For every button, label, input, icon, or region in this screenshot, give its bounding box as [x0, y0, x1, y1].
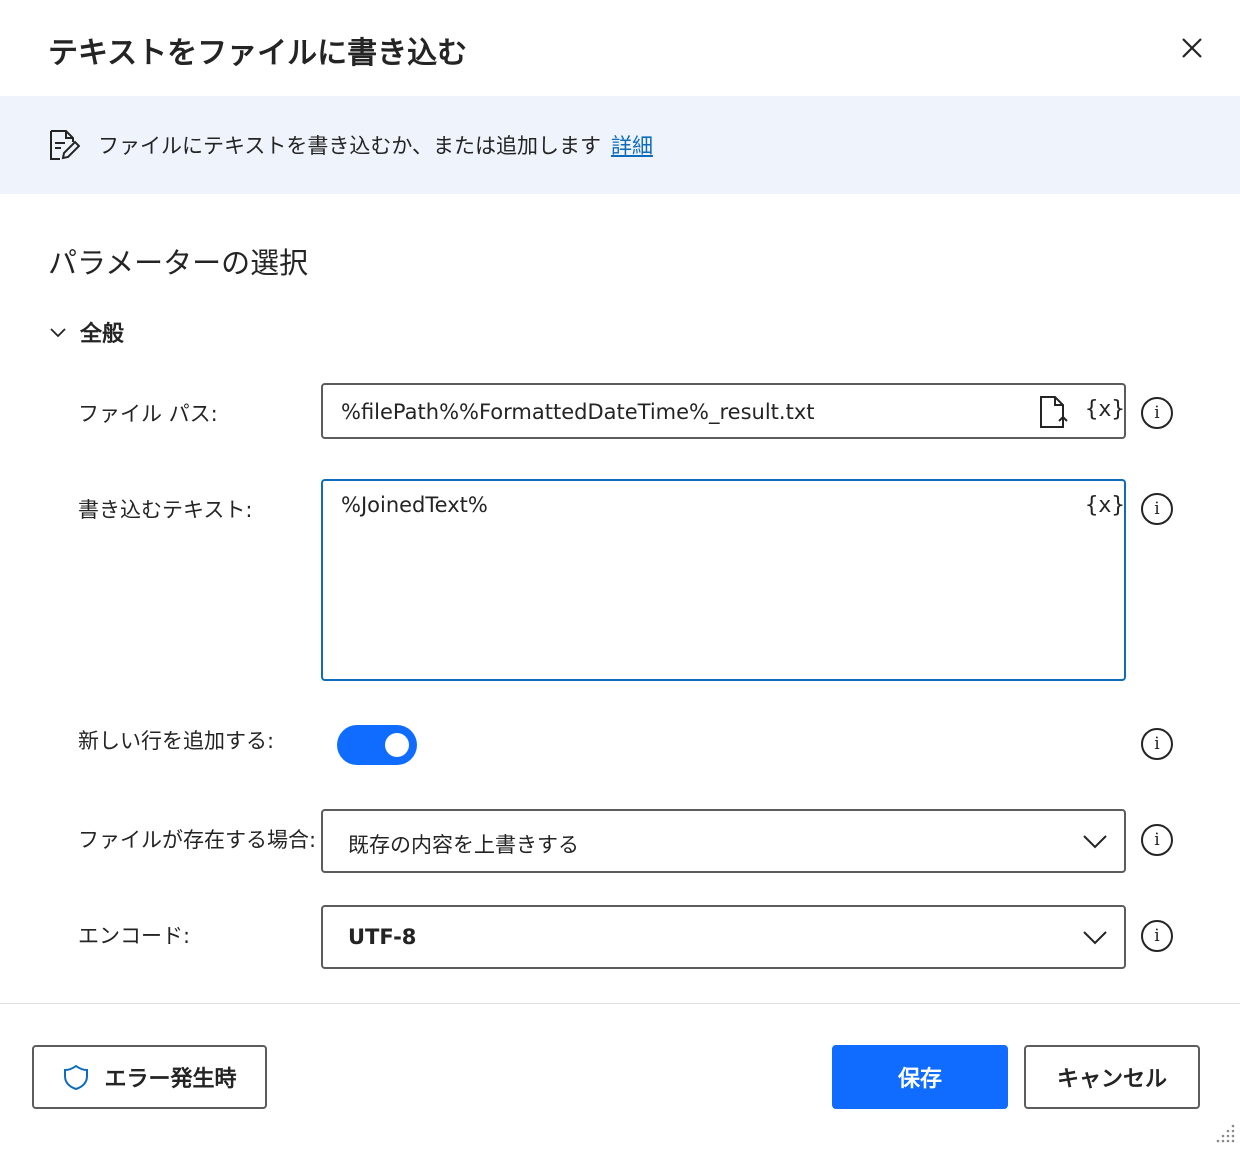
chevron-down-icon — [1083, 931, 1107, 945]
encoding-value: UTF-8 — [348, 925, 417, 949]
encoding-label: エンコード: — [78, 924, 191, 948]
file-path-input[interactable]: %filePath%%FormattedDateTime%_result.txt… — [321, 383, 1126, 439]
file-upload-icon[interactable] — [1038, 395, 1070, 429]
encoding-select[interactable]: UTF-8 — [321, 905, 1126, 969]
footer-divider — [0, 1003, 1240, 1004]
on-error-button-label: エラー発生時 — [104, 1067, 237, 1092]
group-label: 全般 — [80, 322, 125, 347]
if-file-exists-label: ファイルが存在する場合: — [78, 828, 317, 852]
file-path-value: %filePath%%FormattedDateTime%_result.txt — [341, 400, 815, 424]
details-link[interactable]: 詳細 — [611, 134, 653, 158]
if-file-exists-select[interactable]: 既存の内容を上書きする — [321, 809, 1126, 873]
chevron-down-icon — [1083, 835, 1107, 849]
toggle-knob — [385, 733, 409, 757]
if-file-exists-value: 既存の内容を上書きする — [348, 833, 579, 857]
close-icon — [1182, 38, 1202, 58]
text-to-write-variable-icon[interactable]: {x} — [1085, 493, 1125, 518]
append-newline-toggle[interactable] — [337, 725, 417, 765]
file-path-variable-icon[interactable]: {x} — [1085, 397, 1125, 422]
file-path-info-icon[interactable]: i — [1141, 397, 1173, 429]
if-file-exists-info-icon[interactable]: i — [1141, 824, 1173, 856]
dialog-title: テキストをファイルに書き込む — [48, 36, 468, 71]
encoding-info-icon[interactable]: i — [1141, 920, 1173, 952]
text-to-write-value: %JoinedText% — [341, 493, 488, 517]
text-to-write-textarea[interactable]: %JoinedText% {x} — [321, 479, 1126, 681]
info-banner: ファイルにテキストを書き込むか、または追加します 詳細 — [0, 96, 1240, 194]
text-to-write-label: 書き込むテキスト: — [78, 498, 253, 522]
chevron-down-icon — [50, 328, 66, 338]
on-error-button[interactable]: エラー発生時 — [32, 1045, 267, 1109]
resize-grip-icon[interactable] — [1212, 1120, 1236, 1144]
shield-icon — [64, 1064, 89, 1091]
close-button[interactable] — [1172, 28, 1212, 68]
append-newline-info-icon[interactable]: i — [1141, 728, 1173, 760]
banner-text-row: ファイルにテキストを書き込むか、または追加します 詳細 — [98, 130, 653, 160]
document-edit-icon — [50, 130, 80, 160]
banner-description: ファイルにテキストを書き込むか、または追加します — [98, 134, 601, 158]
cancel-button[interactable]: キャンセル — [1024, 1045, 1200, 1109]
save-button[interactable]: 保存 — [832, 1045, 1008, 1109]
section-title: パラメーターの選択 — [48, 246, 309, 280]
append-newline-label: 新しい行を追加する: — [78, 729, 275, 753]
text-to-write-info-icon[interactable]: i — [1141, 493, 1173, 525]
group-header-general[interactable]: 全般 — [48, 316, 124, 348]
file-path-label: ファイル パス: — [78, 402, 218, 426]
